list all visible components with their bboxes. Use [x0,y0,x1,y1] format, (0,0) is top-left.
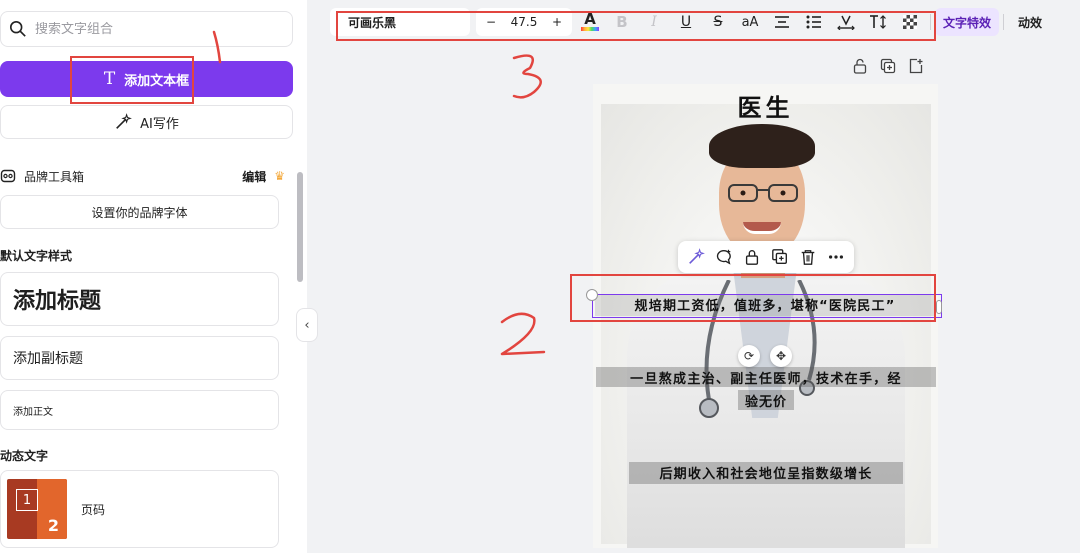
lock-icon[interactable] [743,248,761,266]
doctor-hair-image [709,124,815,168]
brand-toolkit-row: 品牌工具箱 编辑 ♛ [0,166,285,186]
annotation-box-3 [336,11,936,41]
move-handle-icon[interactable]: ✥ [770,345,792,367]
add-subheading-card[interactable]: 添加副标题 [0,336,279,380]
toolbar-separator [1003,14,1005,30]
doctor-smile-image [743,222,781,234]
duplicate-icon[interactable] [880,58,896,74]
brand-edit-link[interactable]: 编辑 [242,168,266,185]
add-page-icon[interactable] [908,58,924,74]
duplicate-icon[interactable] [771,248,789,266]
caption-text-2-line-2[interactable]: 验无价 [738,390,794,410]
collapse-panel-button[interactable]: ‹ [296,308,318,342]
annotation-number-3-stroke [512,54,542,99]
crown-icon: ♛ [274,169,285,183]
annotation-box-1 [70,56,194,104]
caption-text-2-line-1[interactable]: 一旦熬成主治、副主任医师，技术在手，经 [596,367,936,387]
magic-wand-icon [116,113,133,129]
selection-handle-right[interactable] [936,300,942,314]
annotation-number-2-stroke [500,312,546,356]
thumb-number-2: 2 [47,516,59,535]
page-actions [852,58,924,74]
default-styles-title: 默认文字样式 [0,249,73,263]
rotate-handle-icon[interactable]: ⟳ [738,345,760,367]
floating-element-toolbar [678,241,854,273]
page-number-label: 页码 [81,502,106,517]
search-input[interactable] [35,21,275,37]
thumb-number-1: 1 [16,489,38,511]
set-brand-font-button[interactable]: 设置你的品牌字体 [0,195,279,229]
brand-kit-icon [0,169,16,183]
search-box[interactable] [0,11,293,47]
add-body-card[interactable]: 添加正文 [0,390,279,430]
lock-icon[interactable] [852,58,868,74]
transform-handles: ⟳ ✥ [738,345,792,367]
dynamic-text-title: 动态文字 [0,449,49,463]
trash-icon[interactable] [799,248,817,266]
ai-write-label: AI写作 [140,116,179,132]
sidebar-scrollbar[interactable] [297,172,303,282]
text-effects-button[interactable]: 文字特效 [935,8,1000,36]
caption-text-3[interactable]: 后期收入和社会地位呈指数级增长 [629,462,903,484]
add-heading-card[interactable]: 添加标题 [0,272,279,326]
ai-write-button[interactable]: AI写作 [0,105,293,139]
comment-icon[interactable] [715,248,733,266]
more-options-icon[interactable] [827,248,845,266]
animate-button[interactable]: 动效 [1008,8,1052,36]
page-number-card[interactable]: 1 2 页码 [0,470,279,548]
glasses-image [728,184,798,202]
page-number-thumbnail: 1 2 [7,479,67,539]
magic-edit-icon[interactable] [687,248,705,266]
brand-toolkit-title: 品牌工具箱 [24,169,85,184]
canvas-title[interactable]: 医生 [593,88,938,123]
annotation-box-2 [570,274,936,322]
search-icon [9,20,26,37]
